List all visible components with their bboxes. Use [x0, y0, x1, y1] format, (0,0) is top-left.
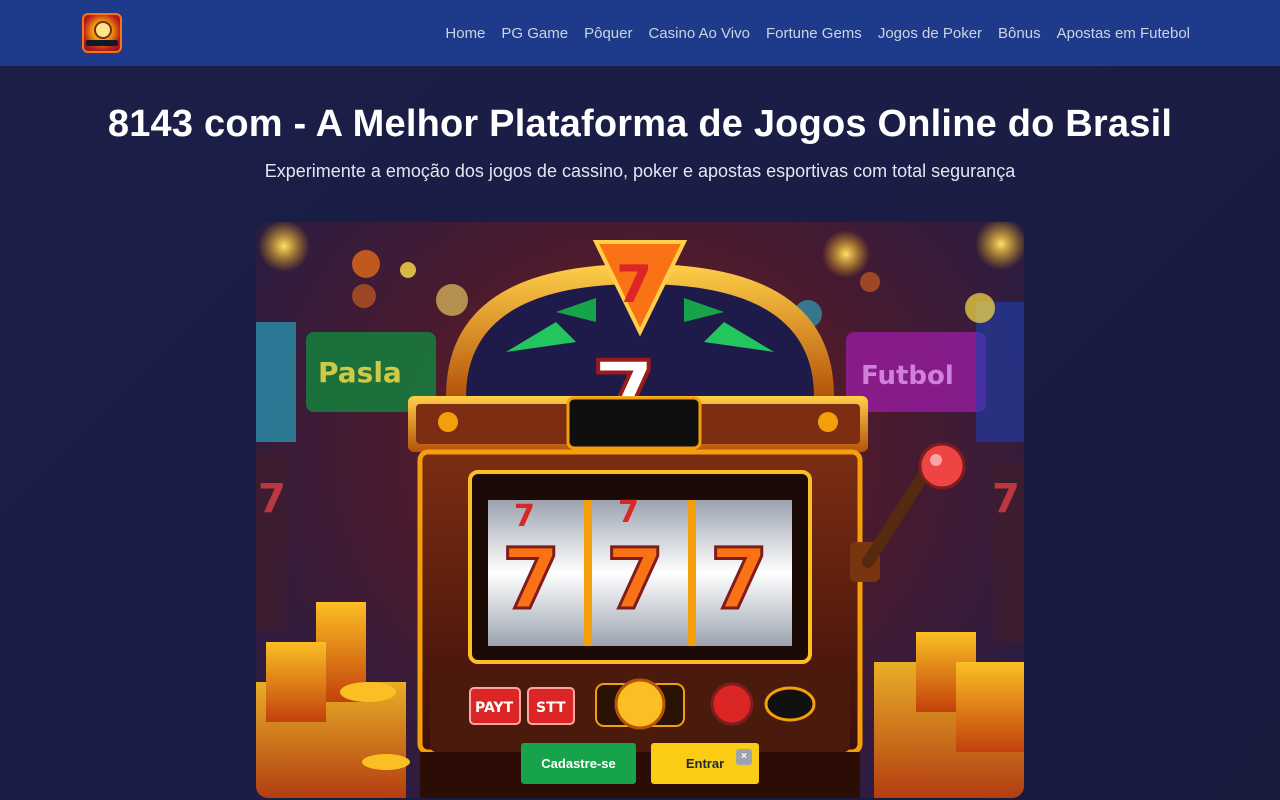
svg-text:7: 7	[606, 530, 664, 628]
logo-band	[86, 40, 118, 46]
svg-text:7: 7	[514, 499, 535, 534]
site-logo[interactable]	[82, 13, 122, 53]
login-button[interactable]: Entrar ×	[651, 743, 759, 784]
site-header: Home PG Game Pôquer Casino Ao Vivo Fortu…	[0, 0, 1280, 66]
nav-pg-game[interactable]: PG Game	[501, 25, 568, 42]
register-button[interactable]: Cadastre-se	[521, 743, 636, 784]
page-title: 8143 com - A Melhor Plataforma de Jogos …	[107, 103, 1173, 145]
nav-poquer[interactable]: Pôquer	[584, 25, 632, 42]
hero-slot-machine-image: Pasla Futbol 7 7 7 7 7 7 7 7 7 PAYT STT	[256, 222, 1024, 798]
svg-text:7: 7	[618, 495, 639, 530]
close-icon[interactable]: ×	[736, 749, 752, 765]
svg-text:Futbol: Futbol	[861, 361, 954, 391]
svg-text:7: 7	[258, 476, 286, 522]
svg-text:7: 7	[992, 476, 1020, 522]
slot-label-stt: STT	[536, 700, 566, 716]
nav-jogos-de-poker[interactable]: Jogos de Poker	[878, 25, 982, 42]
nav-home[interactable]: Home	[445, 25, 485, 42]
nav-apostas-futebol[interactable]: Apostas em Futebol	[1057, 25, 1190, 42]
logo-mascot-icon	[94, 21, 112, 39]
svg-text:7: 7	[616, 255, 652, 315]
nav-fortune-gems[interactable]: Fortune Gems	[766, 25, 862, 42]
slot-label-payt: PAYT	[475, 700, 514, 716]
svg-text:7: 7	[710, 530, 768, 628]
cta-bar: Cadastre-se Entrar ×	[521, 743, 759, 784]
login-button-label: Entrar	[685, 756, 725, 771]
page-subtitle: Experimente a emoção dos jogos de cassin…	[264, 161, 1016, 181]
svg-text:Pasla: Pasla	[318, 356, 402, 389]
svg-text:7: 7	[502, 530, 560, 628]
nav-bonus[interactable]: Bônus	[998, 25, 1041, 42]
nav-casino-ao-vivo[interactable]: Casino Ao Vivo	[648, 25, 749, 42]
main-nav: Home PG Game Pôquer Casino Ao Vivo Fortu…	[445, 0, 1190, 66]
